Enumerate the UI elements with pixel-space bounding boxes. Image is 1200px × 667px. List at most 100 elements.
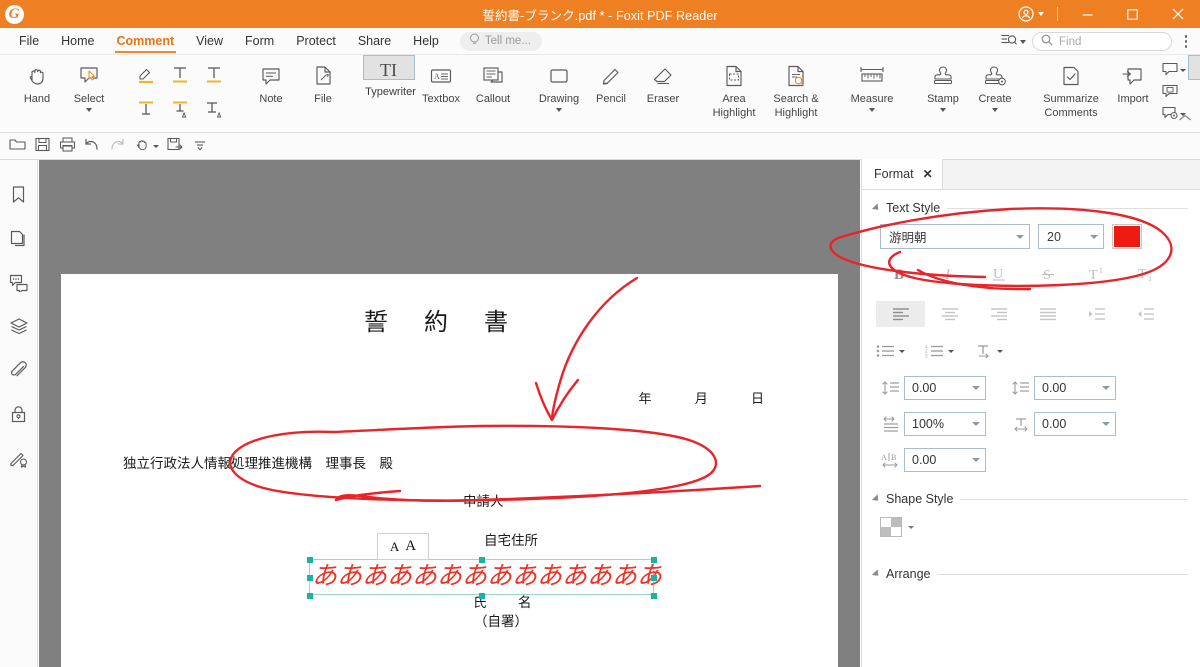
redo-button[interactable] (105, 135, 129, 158)
close-button[interactable] (1155, 0, 1200, 28)
font-color-button[interactable] (1112, 224, 1142, 249)
resize-handle-se[interactable] (651, 593, 657, 599)
minimize-button[interactable] (1065, 0, 1110, 28)
layers-panel-button[interactable] (4, 314, 34, 342)
align-left-button[interactable] (876, 301, 925, 327)
arrange-section-header[interactable]: Arrange (862, 567, 1200, 581)
increase-indent-button[interactable] (1072, 301, 1121, 327)
callout-button[interactable]: Callout (467, 55, 519, 125)
text-style-section-header[interactable]: Text Style (862, 201, 1200, 215)
typewriter-button[interactable]: TI Typewriter (363, 55, 416, 98)
superscript-button[interactable]: T1 (1072, 261, 1121, 287)
measure-button[interactable]: Measure (841, 55, 903, 125)
font-family-select[interactable]: 游明朝 (880, 224, 1030, 249)
numbered-list-button[interactable]: 123 (925, 339, 974, 363)
shape-style-section-header[interactable]: Shape Style (862, 492, 1200, 506)
open-file-button[interactable] (5, 135, 29, 158)
menu-share[interactable]: Share (347, 28, 402, 55)
tell-me-search[interactable]: Tell me... (459, 31, 542, 51)
export-comments-button[interactable] (1159, 60, 1188, 81)
collapse-ribbon-button[interactable] (1178, 113, 1192, 126)
text-direction-button[interactable] (974, 339, 1023, 363)
format-tab[interactable]: Format ✕ (862, 159, 943, 189)
decrease-font-size-button[interactable]: A (390, 539, 399, 555)
menu-file[interactable]: File (8, 28, 50, 55)
more-options-button[interactable] (1178, 35, 1194, 48)
subscript-button[interactable]: T1 (1121, 261, 1170, 287)
page-thumbnails-button[interactable] (4, 226, 34, 254)
menu-view[interactable]: View (185, 28, 234, 55)
highlight-button[interactable] (129, 58, 163, 92)
menu-home[interactable]: Home (50, 28, 105, 55)
textbox-button[interactable]: A Textbox (415, 55, 467, 125)
squiggly-button[interactable] (129, 92, 163, 126)
area-highlight-button[interactable]: Area Highlight (703, 55, 765, 125)
select-tool-button[interactable]: Select (63, 55, 115, 125)
first-line-indent-field[interactable]: 0.00 (1034, 412, 1116, 436)
replace-text-button[interactable] (163, 92, 197, 126)
stamp-button[interactable]: Stamp (917, 55, 969, 125)
resize-handle-sw[interactable] (307, 593, 313, 599)
import-comments-button[interactable]: Import (1107, 55, 1159, 125)
keep-tool-selected-button[interactable]: Keep Tool Selected (1188, 55, 1200, 80)
space-before-field[interactable]: 0.00 (904, 376, 986, 400)
note-button[interactable]: Note (245, 55, 297, 125)
bullet-list-button[interactable] (876, 339, 925, 363)
summarize-comments-button[interactable]: Summarize Comments (1035, 55, 1107, 125)
italic-button[interactable]: I (925, 261, 974, 287)
pdf-page[interactable]: 誓 約 書 年 月 日 独立行政法人情報処理推進機構 理事長 殿 申請人 自宅住… (61, 274, 838, 667)
space-after-field[interactable]: 0.00 (1034, 376, 1116, 400)
strikethrough-button[interactable]: S (1023, 261, 1072, 287)
resize-handle-e[interactable] (651, 575, 657, 581)
line-spacing-field[interactable]: 100% (904, 412, 986, 436)
drawing-button[interactable]: Drawing (533, 55, 585, 125)
hand-tool-quick-button[interactable] (130, 135, 154, 158)
menu-help[interactable]: Help (402, 28, 450, 55)
pencil-button[interactable]: Pencil (585, 55, 637, 125)
font-size-popup[interactable]: A A (377, 533, 429, 560)
account-button[interactable] (1012, 6, 1050, 22)
align-right-button[interactable] (974, 301, 1023, 327)
font-size-select[interactable]: 20 (1038, 224, 1104, 249)
typewriter-annotation[interactable]: ああああああああああああああ A A (307, 533, 662, 599)
underline-button[interactable] (163, 58, 197, 92)
insert-text-button[interactable] (197, 92, 231, 126)
eraser-button[interactable]: Eraser (637, 55, 689, 125)
resize-handle-ne[interactable] (651, 557, 657, 563)
align-center-button[interactable] (925, 301, 974, 327)
find-input[interactable]: Find (1032, 32, 1172, 51)
maximize-button[interactable] (1110, 0, 1155, 28)
bookmark-panel-button[interactable] (4, 182, 34, 210)
increase-font-size-button[interactable]: A (405, 538, 416, 555)
menu-protect[interactable]: Protect (285, 28, 347, 55)
resize-handle-s[interactable] (479, 593, 485, 599)
align-justify-button[interactable] (1023, 301, 1072, 327)
close-icon[interactable]: ✕ (923, 168, 933, 180)
search-options-button[interactable] (1001, 33, 1026, 50)
character-spacing-field[interactable]: 0.00 (904, 448, 986, 472)
resize-handle-w[interactable] (307, 575, 313, 581)
strikeout-button[interactable] (197, 58, 231, 92)
comment-checklist-button[interactable] (1159, 82, 1188, 103)
create-stamp-button[interactable]: Create (969, 55, 1021, 125)
menu-comment[interactable]: Comment (106, 28, 186, 55)
chevron-down-icon[interactable] (153, 144, 159, 148)
security-panel-button[interactable] (4, 402, 34, 430)
save-as-button[interactable] (163, 135, 187, 158)
signature-panel-button[interactable] (4, 446, 34, 474)
file-attachment-button[interactable]: File (297, 55, 349, 125)
resize-handle-n[interactable] (479, 557, 485, 563)
menu-form[interactable]: Form (234, 28, 285, 55)
search-highlight-button[interactable]: Search & Highlight (765, 55, 827, 125)
bold-button[interactable]: B (876, 261, 925, 287)
shape-fill-button[interactable] (880, 517, 902, 537)
print-button[interactable] (55, 135, 79, 158)
document-viewport[interactable]: 誓 約 書 年 月 日 独立行政法人情報処理推進機構 理事長 殿 申請人 自宅住… (39, 160, 860, 667)
customize-toolbar-button[interactable] (188, 135, 212, 158)
undo-button[interactable] (80, 135, 104, 158)
save-button[interactable] (30, 135, 54, 158)
decrease-indent-button[interactable] (1121, 301, 1170, 327)
attachments-panel-button[interactable] (4, 358, 34, 386)
comments-panel-button[interactable] (4, 270, 34, 298)
underline-button[interactable]: U (974, 261, 1023, 287)
